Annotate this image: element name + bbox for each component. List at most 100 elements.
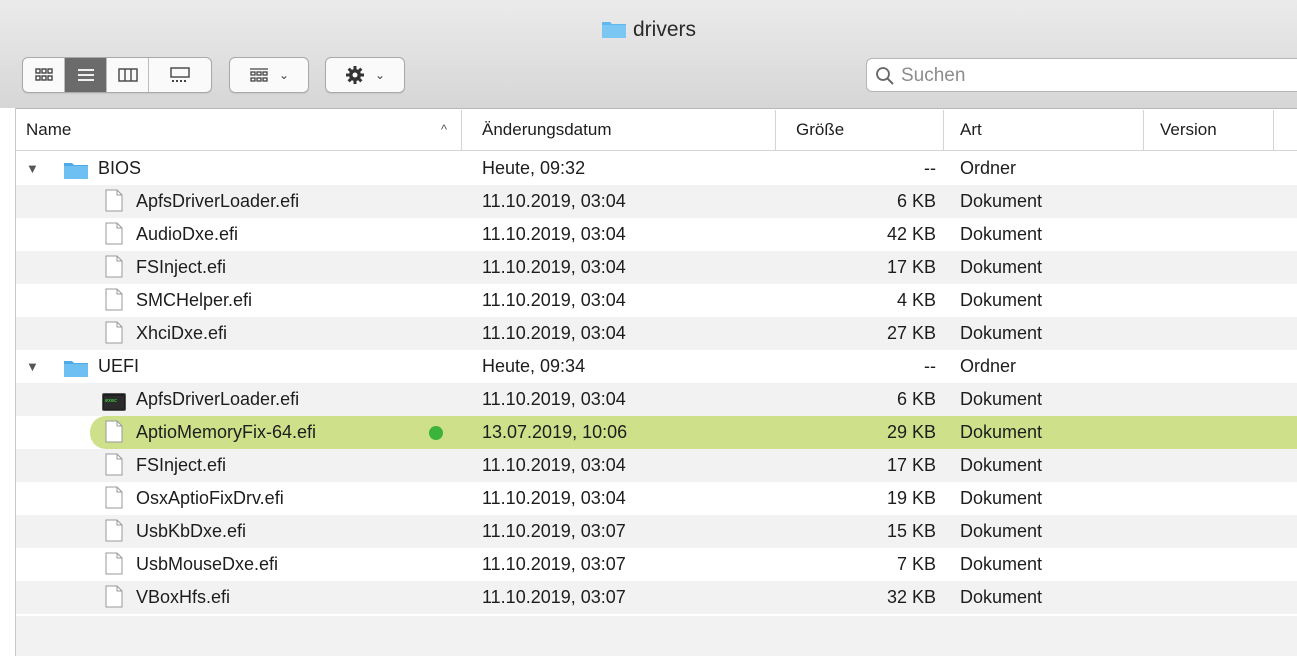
file-name: FSInject.efi	[136, 455, 227, 475]
table-row[interactable]: AudioDxe.efi 11.10.2019, 03:04 42 KB Dokume…	[16, 218, 1297, 251]
window-left-edge	[0, 108, 16, 656]
date-cell: 11.10.2019, 03:07	[482, 521, 626, 541]
size-cell: 15 KB	[886, 521, 936, 541]
date-cell: 11.10.2019, 03:04	[482, 323, 626, 343]
file-name: FSInject.efi	[136, 257, 227, 277]
view-mode-control	[22, 57, 212, 93]
kind-cell: Ordner	[960, 356, 1017, 376]
table-row[interactable]: VBoxHfs.efi 11.10.2019, 03:07 32 KB Dokumen…	[16, 581, 1297, 614]
column-header-date-label: Änderungsdatum	[482, 120, 612, 139]
table-row[interactable]: UsbMouseDxe.efi 11.10.2019, 03:07 7 KB Doku…	[16, 548, 1297, 581]
column-header-name[interactable]: Name ^	[16, 110, 462, 150]
name-cell: ▼ UEFI	[16, 350, 461, 383]
list-view-button[interactable]	[65, 58, 107, 92]
size-cell: 6 KB	[896, 389, 936, 409]
column-header-size[interactable]: Größe	[786, 110, 944, 150]
file-name: VBoxHfs.efi	[136, 587, 231, 607]
window-title-text: drivers	[632, 18, 696, 41]
table-row[interactable]: UsbKbDxe.efi 11.10.2019, 03:07 15 KB Dokume…	[16, 515, 1297, 548]
table-row[interactable]: OsxAptioFixDrv.efi 11.10.2019, 03:04 19 KB…	[16, 482, 1297, 515]
size-cell: 17 KB	[886, 257, 936, 277]
name-cell: exec ApfsDriverLoader.efi	[16, 383, 461, 416]
kind-cell: Dokument	[960, 257, 1043, 277]
list-view-icon	[77, 69, 94, 81]
table-row[interactable]: ▼ BIOS Heute, 09:32 -- Ordner	[16, 152, 1297, 185]
size-cell: 27 KB	[886, 323, 936, 343]
column-header-version[interactable]: Version	[1150, 110, 1274, 150]
size-cell: 6 KB	[896, 191, 936, 211]
table-row[interactable]: exec ApfsDriverLoader.efi 11.10.2019, 03:0…	[16, 383, 1297, 416]
date-cell: 11.10.2019, 03:04	[482, 455, 626, 475]
file-name: UsbKbDxe.efi	[136, 521, 247, 541]
window-toolbar: drivers ⌄ ⌄ Suchen	[0, 0, 1297, 109]
disclosure-triangle-icon[interactable]: ▼	[26, 350, 39, 383]
table-row[interactable]: ApfsDriverLoader.efi 11.10.2019, 03:04 6 K…	[16, 185, 1297, 218]
kind-cell: Ordner	[960, 158, 1017, 178]
svg-text:exec: exec	[105, 398, 117, 404]
file-name: ApfsDriverLoader.efi	[136, 191, 300, 211]
group-by-button[interactable]: ⌄	[229, 57, 309, 93]
table-row[interactable]: ▼ UEFI Heute, 09:34 -- Ordner	[16, 350, 1297, 383]
column-view-button[interactable]	[107, 58, 149, 92]
column-view-icon	[117, 68, 138, 82]
empty-row	[16, 616, 1297, 656]
column-header-kind[interactable]: Art	[950, 110, 1144, 150]
sort-ascending-icon: ^	[440, 122, 447, 137]
table-row[interactable]: AptioMemoryFix-64.efi 13.07.2019, 10:06 29…	[16, 416, 1297, 449]
size-cell: 7 KB	[896, 554, 936, 574]
size-cell: 32 KB	[886, 587, 936, 607]
document-icon	[105, 585, 123, 619]
table-row[interactable]: FSInject.efi 11.10.2019, 03:04 17 KB Dokume…	[16, 251, 1297, 284]
name-cell: FSInject.efi	[16, 449, 461, 482]
kind-cell: Dokument	[960, 191, 1043, 211]
gear-icon	[345, 66, 364, 84]
search-field[interactable]: Suchen	[866, 58, 1297, 92]
date-cell: Heute, 09:32	[482, 158, 586, 178]
kind-cell: Dokument	[960, 554, 1043, 574]
column-header-row: Name ^ Änderungsdatum Größe Art Version	[16, 110, 1297, 151]
file-name: UEFI	[98, 356, 140, 376]
size-cell: --	[924, 158, 936, 178]
kind-cell: Dokument	[960, 323, 1043, 343]
column-header-version-label: Version	[1160, 120, 1217, 139]
gallery-view-button[interactable]	[149, 58, 211, 92]
name-cell: UsbKbDxe.efi	[16, 515, 461, 548]
window-title: drivers	[0, 18, 1297, 45]
name-cell: ApfsDriverLoader.efi	[16, 185, 461, 218]
search-placeholder: Suchen	[901, 65, 966, 86]
kind-cell: Dokument	[960, 521, 1043, 541]
green-tag-icon	[429, 426, 443, 440]
table-row[interactable]: SMCHelper.efi 11.10.2019, 03:04 4 KB Dokume…	[16, 284, 1297, 317]
file-name: UsbMouseDxe.efi	[136, 554, 279, 574]
kind-cell: Dokument	[960, 422, 1043, 442]
date-cell: Heute, 09:34	[482, 356, 586, 376]
name-cell: FSInject.efi	[16, 251, 461, 284]
date-cell: 11.10.2019, 03:04	[482, 191, 626, 211]
action-menu-button[interactable]: ⌄	[325, 57, 405, 93]
search-icon	[876, 67, 894, 85]
table-row[interactable]: XhciDxe.efi 11.10.2019, 03:04 27 KB Dokumen…	[16, 317, 1297, 350]
kind-cell: Dokument	[960, 290, 1043, 310]
date-cell: 11.10.2019, 03:04	[482, 488, 626, 508]
kind-cell: Dokument	[960, 389, 1043, 409]
name-cell: XhciDxe.efi	[16, 317, 461, 350]
icon-view-button[interactable]	[23, 58, 65, 92]
kind-cell: Dokument	[960, 587, 1043, 607]
column-header-date[interactable]: Änderungsdatum	[472, 110, 776, 150]
date-cell: 11.10.2019, 03:04	[482, 290, 626, 310]
date-cell: 11.10.2019, 03:04	[482, 224, 626, 244]
size-cell: --	[924, 356, 936, 376]
date-cell: 11.10.2019, 03:04	[482, 257, 626, 277]
file-name: AptioMemoryFix-64.efi	[136, 422, 317, 442]
file-name: XhciDxe.efi	[136, 323, 228, 343]
date-cell: 11.10.2019, 03:07	[482, 587, 626, 607]
kind-cell: Dokument	[960, 224, 1043, 244]
size-cell: 42 KB	[886, 224, 936, 244]
name-cell: AudioDxe.efi	[16, 218, 461, 251]
kind-cell: Dokument	[960, 455, 1043, 475]
chevron-down-icon: ⌄	[374, 68, 386, 82]
file-name: BIOS	[98, 158, 142, 178]
disclosure-triangle-icon[interactable]: ▼	[26, 152, 39, 185]
file-name: SMCHelper.efi	[136, 290, 253, 310]
table-row[interactable]: FSInject.efi 11.10.2019, 03:04 17 KB Dokume…	[16, 449, 1297, 482]
